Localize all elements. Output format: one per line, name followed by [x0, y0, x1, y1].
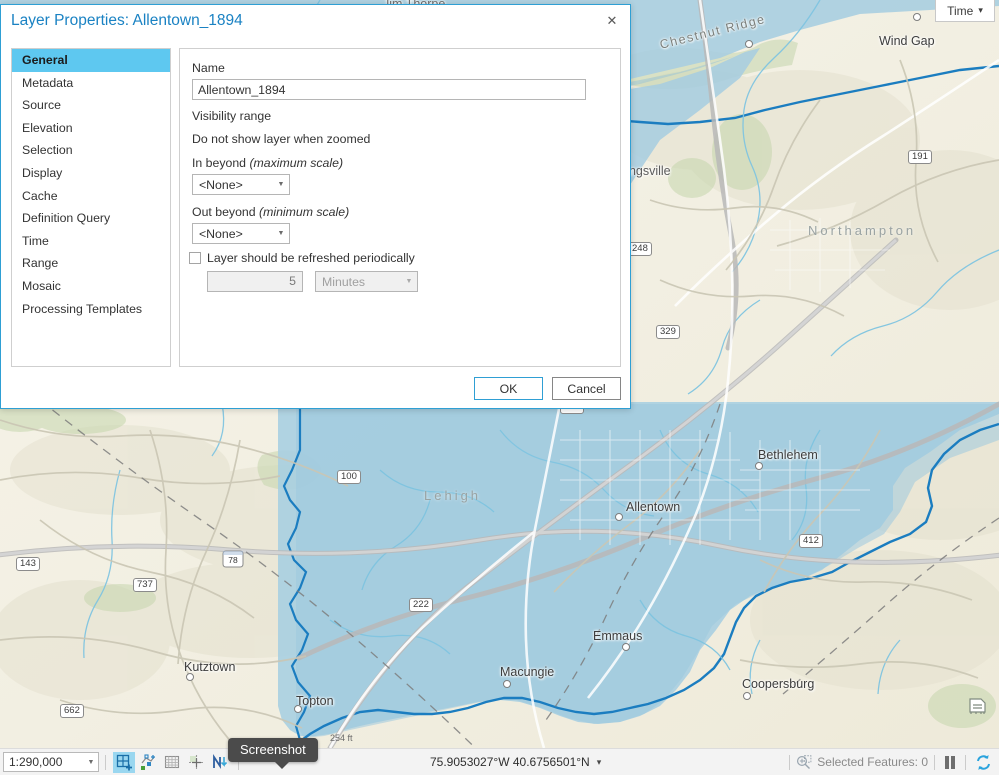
refresh-unit-value: Minutes: [322, 274, 366, 289]
refresh-button[interactable]: [972, 754, 995, 771]
in-beyond-label: In beyond (maximum scale): [192, 156, 343, 170]
out-beyond-hint: (minimum scale): [259, 205, 350, 219]
layer-name-input[interactable]: [192, 79, 586, 100]
category-item-elevation[interactable]: Elevation: [12, 117, 170, 140]
category-item-source[interactable]: Source: [12, 94, 170, 117]
out-beyond-text: Out beyond: [192, 205, 259, 219]
map-coordinates-value: 75.9053027°W 40.6756501°N: [430, 755, 590, 769]
grid-plus-icon: [116, 754, 132, 770]
cancel-button[interactable]: Cancel: [552, 377, 621, 400]
crosshair-tool[interactable]: [185, 752, 207, 773]
in-beyond-combo[interactable]: <None> ▼: [192, 174, 290, 195]
dialog-body: General Metadata Source Elevation Select…: [1, 39, 630, 408]
divider: [965, 754, 966, 770]
dialog-title: Layer Properties: Allentown_1894: [11, 12, 243, 29]
category-item-selection[interactable]: Selection: [12, 139, 170, 162]
ok-button[interactable]: OK: [474, 377, 543, 400]
time-dropdown-label: Time: [947, 3, 974, 18]
category-item-display[interactable]: Display: [12, 162, 170, 185]
category-item-general[interactable]: General: [12, 49, 170, 72]
status-bar: 1:290,000 ▼ 75.9053027°W 40.6756501°N ▾ …: [0, 748, 999, 775]
chevron-down-icon: ▾: [978, 5, 983, 15]
pause-icon: [945, 755, 949, 769]
map-scalebar: 254 ft: [330, 733, 353, 743]
selected-features-label: Selected Features: 0: [817, 755, 928, 769]
basemap-icon: [969, 697, 986, 714]
general-settings-pane: Name Visibility range Do not show layer …: [179, 48, 621, 367]
grid-tool[interactable]: [161, 752, 183, 773]
status-bar-right-group: Selected Features: 0: [783, 754, 995, 771]
divider: [105, 754, 106, 770]
chevron-down-icon: ▼: [277, 181, 285, 188]
pause-drawing-button[interactable]: [941, 755, 959, 769]
refresh-periodically-checkbox[interactable]: Layer should be refreshed periodically: [189, 251, 415, 265]
refresh-interval-input[interactable]: 5: [207, 271, 303, 292]
divider: [789, 754, 791, 770]
do-not-show-label: Do not show layer when zoomed: [192, 132, 371, 146]
refresh-icon: [977, 754, 990, 770]
chevron-down-icon: ▾: [596, 756, 602, 767]
north-arrow-icon: [212, 753, 227, 769]
checkbox-box[interactable]: [189, 252, 201, 264]
category-item-mosaic[interactable]: Mosaic: [12, 275, 170, 298]
dialog-titlebar[interactable]: Layer Properties: Allentown_1894 ✕: [1, 5, 630, 39]
map-scale-combo[interactable]: 1:290,000 ▼: [3, 752, 99, 772]
chevron-down-icon: ▼: [277, 230, 285, 237]
time-dropdown[interactable]: Time ▾: [935, 0, 995, 22]
in-beyond-text: In beyond: [192, 156, 250, 170]
category-item-metadata[interactable]: Metadata: [12, 72, 170, 95]
select-features-icon: [140, 753, 155, 770]
out-beyond-label: Out beyond (minimum scale): [192, 205, 349, 219]
chevron-down-icon: ▼: [405, 278, 413, 285]
out-beyond-combo[interactable]: <None> ▼: [192, 223, 290, 244]
out-beyond-value: <None>: [199, 226, 243, 241]
category-item-definition-query[interactable]: Definition Query: [12, 207, 170, 230]
chevron-down-icon: ▼: [87, 758, 95, 766]
category-list[interactable]: General Metadata Source Elevation Select…: [11, 48, 171, 367]
basemap-gallery-button[interactable]: [965, 694, 991, 716]
in-beyond-value: <None>: [199, 177, 243, 192]
refresh-unit-combo[interactable]: Minutes ▼: [315, 271, 418, 292]
name-label: Name: [192, 61, 225, 75]
screenshot-tooltip: Screenshot: [228, 738, 318, 769]
layer-properties-dialog[interactable]: Layer Properties: Allentown_1894 ✕ Gener…: [0, 4, 631, 409]
select-features-tool[interactable]: [137, 752, 159, 773]
crosshair-icon: [188, 754, 204, 770]
in-beyond-hint: (maximum scale): [249, 156, 344, 170]
map-scale-value: 1:290,000: [9, 755, 63, 769]
category-item-processing-templates[interactable]: Processing Templates: [12, 298, 170, 321]
divider: [934, 754, 935, 770]
category-item-cache[interactable]: Cache: [12, 185, 170, 208]
pause-icon: [951, 755, 955, 769]
visibility-range-label: Visibility range: [192, 109, 272, 123]
map-coordinates[interactable]: 75.9053027°W 40.6756501°N ▾: [430, 755, 601, 769]
select-zoom-icon: [797, 754, 812, 769]
category-item-range[interactable]: Range: [12, 252, 170, 275]
add-basemap-tool[interactable]: [113, 751, 135, 773]
selected-features-indicator[interactable]: Selected Features: 0: [796, 754, 928, 770]
grid-icon: [164, 755, 180, 769]
refresh-periodically-label: Layer should be refreshed periodically: [207, 251, 415, 265]
close-icon[interactable]: ✕: [598, 8, 626, 34]
category-item-time[interactable]: Time: [12, 230, 170, 253]
